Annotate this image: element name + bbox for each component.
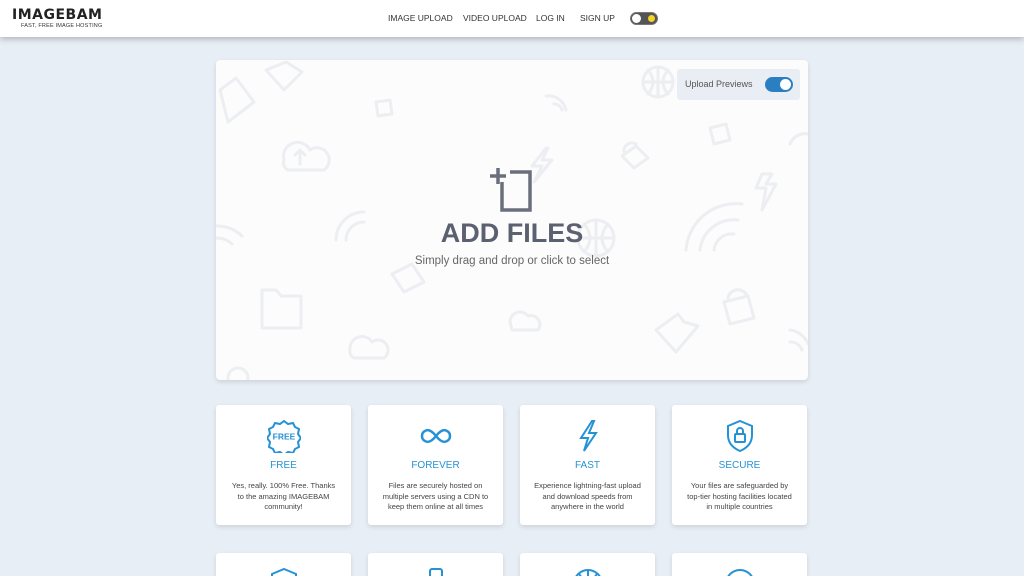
upload-previews-toggle[interactable] xyxy=(765,77,793,92)
circle-icon xyxy=(726,569,753,576)
logo-title: IMAGEBAM xyxy=(12,7,103,23)
feature-card-secure: SECURE Your files are safeguarded by top… xyxy=(672,405,807,525)
site-header: IMAGEBAM FAST, FREE IMAGE HOSTING IMAGE … xyxy=(0,0,1024,37)
add-files-title: ADD FILES xyxy=(440,218,584,248)
free-badge-icon: FREE xyxy=(266,419,301,453)
feature-description: Your files are safeguarded by top-tier h… xyxy=(687,481,792,511)
shield-icon xyxy=(270,567,297,576)
feature-title: SECURE xyxy=(718,460,761,471)
feature-title: FOREVER xyxy=(411,460,460,471)
site-logo[interactable]: IMAGEBAM FAST, FREE IMAGE HOSTING xyxy=(12,8,102,29)
add-files-subtitle: Simply drag and drop or click to select xyxy=(414,255,610,267)
feature-card-partial-4 xyxy=(672,553,807,576)
theme-toggle[interactable] xyxy=(630,12,658,25)
feature-description: Yes, really. 100% Free. Thanks to the am… xyxy=(231,481,336,511)
nav-image-upload[interactable]: IMAGE UPLOAD xyxy=(388,13,453,23)
nav-log-in[interactable]: LOG IN xyxy=(536,13,565,23)
lightning-icon xyxy=(578,420,598,452)
upload-previews-control: Upload Previews xyxy=(677,69,800,100)
device-icon xyxy=(428,568,443,576)
sun-icon xyxy=(648,15,655,22)
feature-description: Experience lightning-fast upload and dow… xyxy=(534,481,641,511)
upload-dropzone[interactable]: Upload Previews ADD FILES Simply drag an… xyxy=(216,60,808,380)
feature-description: Files are securely hosted on multiple se… xyxy=(382,481,489,511)
logo-tagline: FAST, FREE IMAGE HOSTING xyxy=(20,23,103,29)
feature-card-free: FREE FREE Yes, really. 100% Free. Thanks… xyxy=(216,405,351,525)
shield-lock-icon xyxy=(726,419,753,453)
toggle-knob xyxy=(780,79,791,90)
infinity-icon xyxy=(420,428,451,444)
upload-previews-label: Upload Previews xyxy=(685,79,753,89)
feature-title: FREE xyxy=(270,460,297,471)
feature-card-partial-1 xyxy=(216,553,351,576)
nav-video-upload[interactable]: VIDEO UPLOAD xyxy=(463,13,527,23)
feature-card-partial-2 xyxy=(368,553,503,576)
feature-card-forever: FOREVER Files are securely hosted on mul… xyxy=(368,405,503,525)
svg-text:FREE: FREE xyxy=(272,432,295,442)
globe-icon xyxy=(574,569,601,576)
moon-icon xyxy=(632,14,641,23)
feature-card-partial-3 xyxy=(520,553,655,576)
feature-title: FAST xyxy=(574,460,600,471)
nav-sign-up[interactable]: SIGN UP xyxy=(580,13,615,23)
feature-card-fast: FAST Experience lightning-fast upload an… xyxy=(520,405,655,525)
add-files-icon xyxy=(490,168,532,212)
